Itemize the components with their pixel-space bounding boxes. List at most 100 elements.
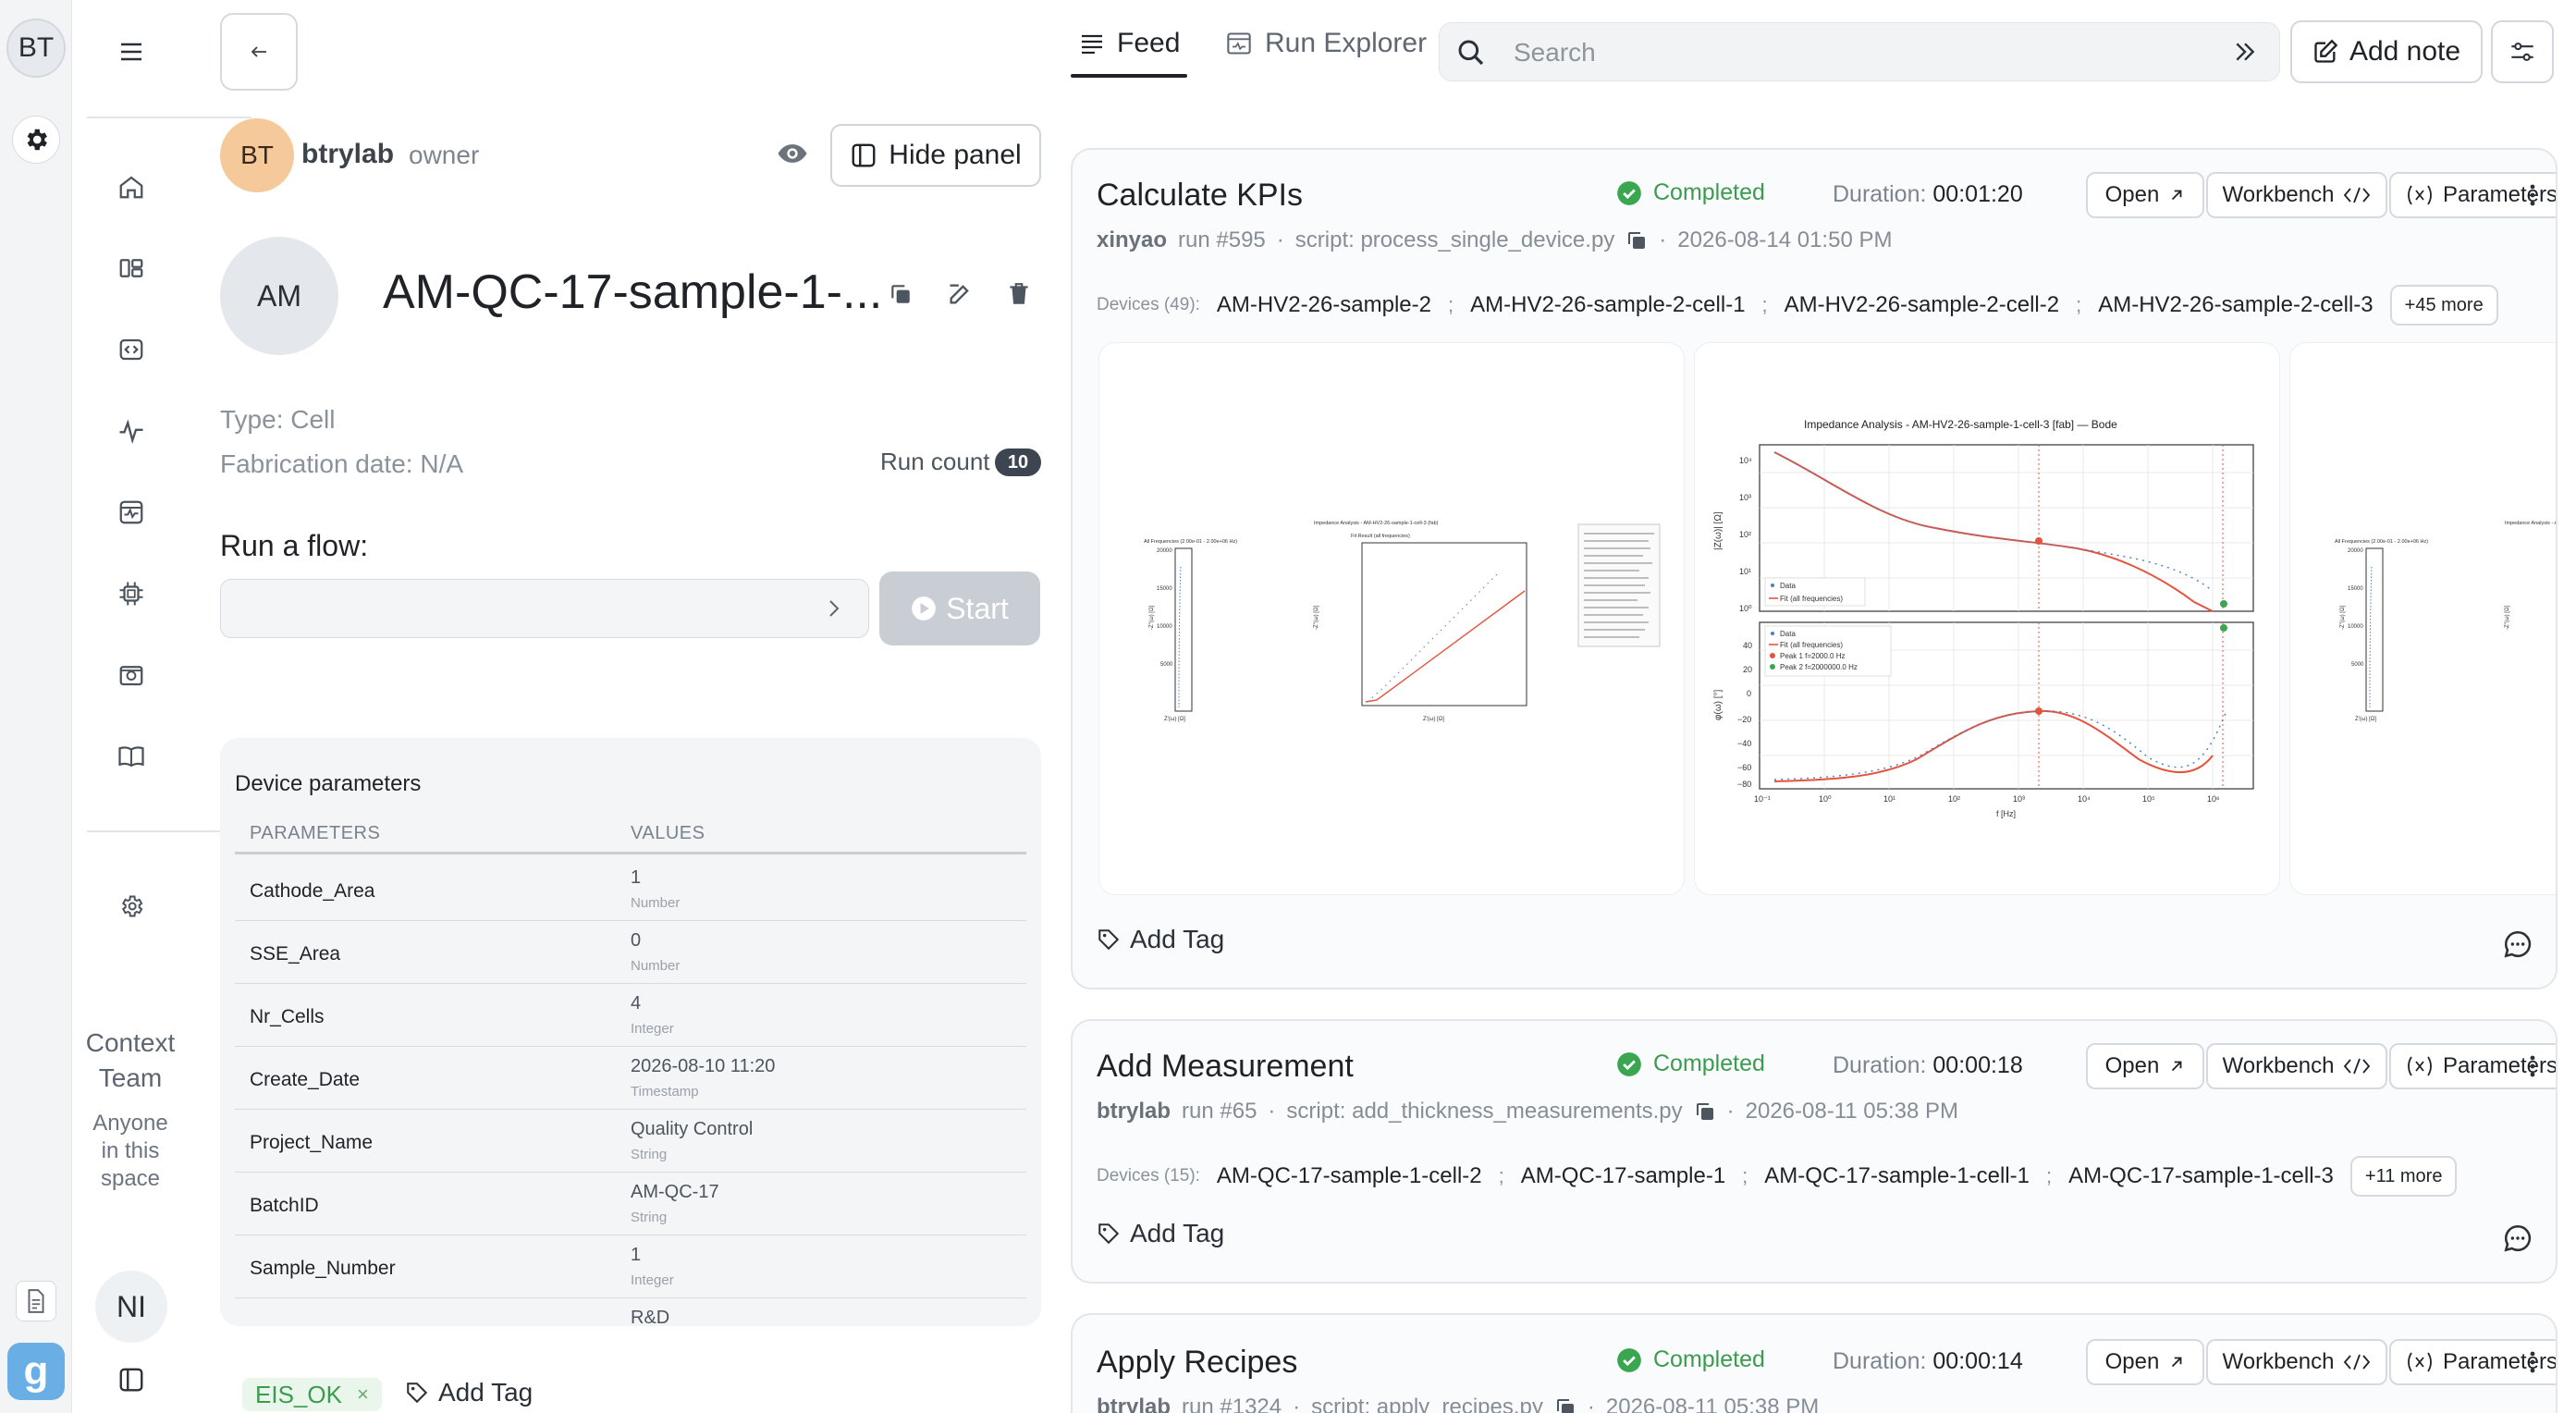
nav-instruments[interactable]	[113, 657, 150, 694]
run-script: script: process_single_device.py	[1294, 227, 1615, 252]
run-meta: xinyao run #595 · script: process_single_…	[1097, 227, 1892, 253]
kebab-icon	[2530, 1055, 2535, 1077]
search-input[interactable]	[1514, 34, 2161, 71]
comment-icon[interactable]	[2502, 1223, 2533, 1254]
status-badge: Completed	[1616, 1346, 1765, 1373]
owner-name[interactable]: btrylab	[301, 139, 394, 170]
hide-panel-button[interactable]: Hide panel	[830, 124, 1041, 187]
copy-icon[interactable]	[1554, 1396, 1576, 1413]
nav-dashboard[interactable]	[113, 494, 150, 531]
sliders-icon	[2511, 43, 2533, 61]
workspace-avatar[interactable]: BT	[6, 18, 66, 78]
run-user[interactable]: btrylab	[1097, 1395, 1171, 1413]
watch-button[interactable]	[777, 141, 808, 166]
feed-settings-button[interactable]	[2491, 20, 2554, 83]
nav-hardware[interactable]	[113, 575, 150, 612]
plot-axis-label: -Z''(ω) [Ω]	[2505, 606, 2510, 630]
tick-label: 20000	[2348, 548, 2363, 554]
tab-run-explorer[interactable]: Run Explorer	[1226, 28, 1427, 59]
run-user[interactable]: btrylab	[1097, 1099, 1171, 1124]
menu-toggle-button[interactable]	[113, 33, 150, 70]
tag-chip[interactable]: EIS_OK ×	[242, 1378, 382, 1411]
add-tag-button[interactable]: Add Tag	[1097, 1219, 1224, 1248]
run-script: script: add_thickness_measurements.py	[1286, 1099, 1683, 1124]
nav-scripts[interactable]	[113, 331, 150, 368]
comment-icon[interactable]	[2502, 928, 2533, 960]
tab-feed[interactable]: Feed	[1080, 28, 1180, 59]
eye-icon	[778, 144, 807, 163]
run-more-button[interactable]	[2519, 1043, 2546, 1089]
chip-icon	[119, 582, 143, 606]
run-title[interactable]: Apply Recipes	[1097, 1345, 1297, 1381]
param-name: Nr_Cells	[250, 1006, 325, 1027]
run-more-button[interactable]	[2519, 1339, 2546, 1385]
tab-feed-label: Feed	[1117, 28, 1181, 58]
open-run-button[interactable]: Open	[2086, 1043, 2204, 1089]
workbench-button[interactable]: Workbench	[2206, 1043, 2387, 1089]
edit-device-button[interactable]	[943, 277, 976, 311]
run-count-badge: 10	[995, 448, 1041, 476]
table-row: BatchID AM-QC-17 String	[235, 1173, 1026, 1235]
copy-icon[interactable]	[1625, 229, 1648, 252]
nav-home[interactable]	[113, 168, 150, 205]
double-chevron-right-icon[interactable]	[2233, 40, 2257, 64]
tick-label: 20000	[1157, 548, 1172, 554]
back-button[interactable]	[220, 13, 298, 91]
plot-thumbnail-fit[interactable]: All Frequencies (2.00e-01 - 2.00e+06 Hz)…	[1098, 342, 1685, 895]
docs-button[interactable]	[16, 1281, 56, 1321]
tick-label: 10⁵	[2142, 794, 2155, 804]
device-link[interactable]: AM-QC-17-sample-1-cell-1	[1764, 1163, 2030, 1189]
device-link[interactable]: AM-HV2-26-sample-2-cell-1	[1470, 292, 1745, 318]
copy-device-button[interactable]	[884, 277, 917, 311]
more-devices-button[interactable]: +45 more	[2389, 285, 2498, 326]
workbench-button[interactable]: Workbench	[2206, 172, 2387, 218]
workspace-settings-button[interactable]	[12, 116, 60, 164]
plot-thumbnail-fit[interactable]: All Frequencies (2.00e-01 - 2.00e+06 Hz)…	[2289, 342, 2556, 895]
status-badge: Completed	[1616, 1051, 1765, 1077]
copy-icon[interactable]	[1694, 1100, 1716, 1123]
devices-label: Devices (15):	[1097, 1166, 1200, 1186]
nav-devices[interactable]	[113, 250, 150, 287]
delete-device-button[interactable]	[1002, 277, 1036, 311]
tag-remove-button[interactable]: ×	[357, 1382, 369, 1407]
plot-axis-label: Z'(ω) [Ω]	[2355, 717, 2376, 722]
run-title[interactable]: Calculate KPIs	[1097, 178, 1303, 214]
open-run-button[interactable]: Open	[2086, 1339, 2204, 1385]
device-link[interactable]: AM-HV2-26-sample-2-cell-3	[2098, 292, 2373, 318]
feed-card-run: Calculate KPIs Completed Duration: 00:01…	[1071, 148, 2558, 989]
flow-select[interactable]	[220, 579, 869, 638]
nav-activity[interactable]	[113, 412, 150, 449]
device-link[interactable]: AM-QC-17-sample-1-cell-2	[1217, 1163, 1482, 1189]
more-devices-button[interactable]: +11 more	[2349, 1156, 2458, 1197]
tick-label: 0	[1747, 689, 1751, 698]
nav-docs[interactable]	[113, 738, 150, 775]
run-number: run #65	[1182, 1099, 1257, 1124]
run-title[interactable]: Add Measurement	[1097, 1049, 1354, 1085]
run-more-button[interactable]	[2519, 172, 2546, 218]
device-link[interactable]: AM-HV2-26-sample-2-cell-2	[1785, 292, 2059, 318]
table-row: R&D	[235, 1298, 1026, 1326]
plot-title: All Frequencies (2.00e-01 - 2.00e+06 Hz)	[1144, 539, 1237, 545]
add-note-button[interactable]: Add note	[2290, 20, 2483, 83]
plot-thumbnail-bode[interactable]: Impedance Analysis - AM-HV2-26-sample-1-…	[1694, 342, 2280, 895]
run-count-label: Run count	[880, 448, 990, 475]
run-user[interactable]: xinyao	[1097, 227, 1167, 253]
start-flow-button[interactable]: Start	[879, 571, 1040, 645]
instrument-icon	[119, 666, 143, 686]
param-value: 1	[631, 1245, 642, 1265]
plot-axis-label: φ(ω) [°]	[1713, 689, 1723, 720]
workbench-button[interactable]: Workbench	[2206, 1339, 2387, 1385]
params-header-name: PARAMETERS	[250, 823, 381, 843]
add-tag-button[interactable]: Add Tag	[1097, 925, 1224, 954]
open-run-button[interactable]: Open	[2086, 172, 2204, 218]
device-link[interactable]: AM-QC-17-sample-1	[1521, 1163, 1725, 1189]
run-date: 2026-08-11 05:38 PM	[1605, 1395, 1820, 1413]
toggle-sidebar-button[interactable]	[113, 1361, 150, 1398]
device-link[interactable]: AM-HV2-26-sample-2	[1217, 292, 1431, 318]
table-row: Sample_Number 1 Integer	[235, 1235, 1026, 1298]
device-link[interactable]: AM-QC-17-sample-1-cell-3	[2068, 1163, 2334, 1189]
nav-settings[interactable]	[113, 888, 150, 925]
gear-icon	[27, 129, 47, 151]
user-avatar[interactable]: NI	[95, 1271, 167, 1343]
add-tag-button[interactable]: Add Tag	[405, 1378, 533, 1407]
